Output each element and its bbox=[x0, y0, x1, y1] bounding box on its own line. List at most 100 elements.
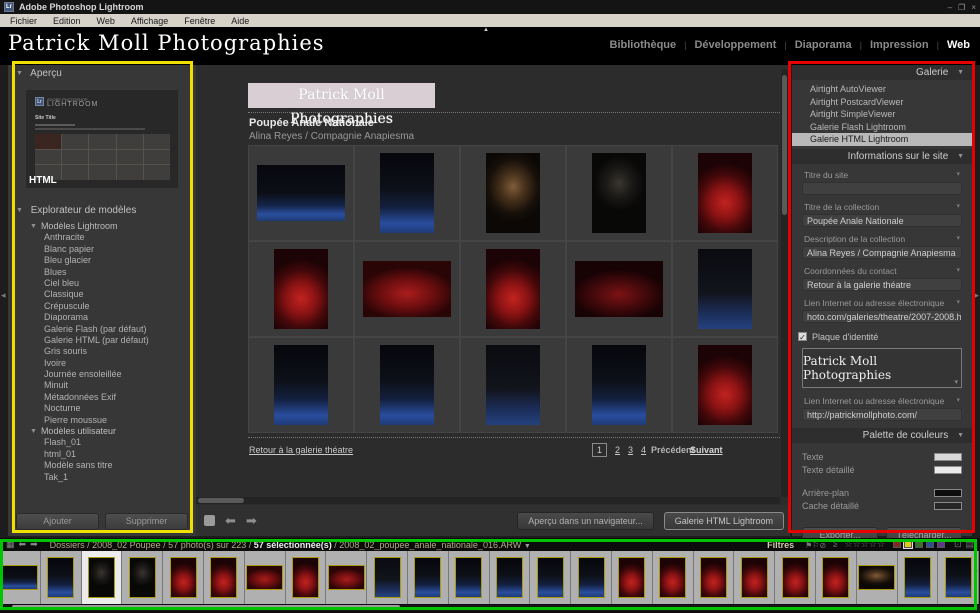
filter-icon[interactable]: ▤ bbox=[965, 539, 974, 549]
star-icon[interactable]: ☆ bbox=[877, 539, 885, 549]
filmstrip-cell[interactable] bbox=[204, 551, 245, 604]
field-input[interactable] bbox=[802, 182, 962, 195]
scrollbar-thumb[interactable] bbox=[12, 605, 400, 610]
gallery-cell[interactable] bbox=[672, 337, 778, 433]
filmstrip-cell[interactable] bbox=[245, 551, 286, 604]
module-tab[interactable]: Web bbox=[947, 39, 970, 51]
color-chip[interactable] bbox=[926, 540, 934, 548]
filmstrip-right-arrow-icon[interactable]: ▸ bbox=[975, 566, 979, 575]
gallery-option[interactable]: Airtight PostcardViewer bbox=[792, 96, 972, 109]
field-input[interactable]: Poupée Anale Nationale bbox=[802, 214, 962, 227]
right-panel-collapse-icon[interactable]: ▸ bbox=[974, 290, 979, 301]
filmstrip-cell[interactable] bbox=[82, 551, 123, 604]
breadcrumb[interactable]: Dossiers / 2008_02 Poupee / 57 photo(s) … bbox=[50, 540, 531, 550]
back-to-gallery-link[interactable]: Retour à la galerie théatre bbox=[249, 445, 353, 455]
template-item[interactable]: Classique bbox=[8, 289, 196, 300]
filmstrip-cell[interactable] bbox=[0, 551, 41, 604]
menu-item[interactable]: Fenêtre bbox=[184, 16, 215, 26]
scrollbar-thumb[interactable] bbox=[782, 75, 787, 215]
top-panel-toggle-icon[interactable]: ▲ bbox=[483, 27, 489, 33]
filmstrip-cell[interactable] bbox=[816, 551, 857, 604]
greater-equal-icon[interactable]: ≥ bbox=[833, 540, 837, 549]
gallery-cell[interactable] bbox=[672, 145, 778, 241]
filmstrip-cell[interactable] bbox=[41, 551, 82, 604]
pagination-page[interactable]: 2 bbox=[615, 445, 620, 455]
gallery-option[interactable]: Galerie Flash Lightroom bbox=[792, 121, 972, 134]
menu-item[interactable]: Edition bbox=[53, 16, 81, 26]
filmstrip-cell[interactable] bbox=[408, 551, 449, 604]
filmstrip-cell[interactable] bbox=[286, 551, 327, 604]
remove-template-button[interactable]: Supprimer bbox=[105, 513, 188, 530]
menu-item[interactable]: Web bbox=[97, 16, 115, 26]
chevron-down-icon[interactable]: ▼ bbox=[524, 543, 531, 550]
flag-icon[interactable]: ⊘ bbox=[819, 541, 826, 550]
menu-item[interactable]: Fichier bbox=[10, 16, 37, 26]
menu-item[interactable]: Aide bbox=[231, 16, 249, 26]
filmstrip-cell[interactable] bbox=[530, 551, 571, 604]
gallery-cell[interactable] bbox=[354, 145, 460, 241]
gallery-cell[interactable] bbox=[354, 337, 460, 433]
chevron-down-icon[interactable]: ▾ bbox=[956, 298, 960, 308]
gallery-cell[interactable] bbox=[460, 337, 566, 433]
filmstrip-scrollbar[interactable] bbox=[0, 605, 980, 611]
template-item[interactable]: ▼Modèles utilisateur bbox=[8, 426, 196, 437]
next-arrow-icon[interactable]: ➡ bbox=[246, 513, 257, 529]
chevron-down-icon[interactable]: ▾ bbox=[954, 378, 958, 386]
filmstrip-cell[interactable] bbox=[898, 551, 939, 604]
menu-item[interactable]: Affichage bbox=[131, 16, 168, 26]
gallery-cell[interactable] bbox=[248, 241, 354, 337]
module-tab[interactable]: Développement bbox=[694, 39, 776, 51]
filmstrip-cell[interactable] bbox=[122, 551, 163, 604]
template-item[interactable]: html_01 bbox=[8, 449, 196, 460]
color-chip[interactable] bbox=[915, 540, 923, 548]
filmstrip-cell[interactable] bbox=[938, 551, 979, 604]
template-item[interactable]: Métadonnées Exif bbox=[8, 392, 196, 403]
chevron-down-icon[interactable]: ▾ bbox=[956, 202, 960, 212]
template-item[interactable]: Pierre moussue bbox=[8, 415, 196, 426]
color-swatch[interactable] bbox=[934, 466, 962, 474]
module-tab[interactable]: Impression bbox=[870, 39, 929, 51]
template-item[interactable]: Gris souris bbox=[8, 346, 196, 357]
template-item[interactable]: Bleu glacier bbox=[8, 255, 196, 266]
stop-icon[interactable] bbox=[204, 515, 215, 526]
color-swatch[interactable] bbox=[934, 502, 962, 510]
filmstrip-cell[interactable] bbox=[163, 551, 204, 604]
module-tab[interactable]: Bibliothèque bbox=[610, 39, 677, 51]
color-chip[interactable] bbox=[937, 540, 945, 548]
filmstrip-cell[interactable] bbox=[694, 551, 735, 604]
template-item[interactable]: Ciel bleu bbox=[8, 278, 196, 289]
star-icon[interactable]: ☆ bbox=[869, 539, 877, 549]
gallery-cell[interactable] bbox=[248, 337, 354, 433]
template-item[interactable]: Blanc papier bbox=[8, 244, 196, 255]
color-swatch[interactable] bbox=[934, 453, 962, 461]
gallery-cell[interactable] bbox=[460, 241, 566, 337]
template-item[interactable]: Galerie Flash (par défaut) bbox=[8, 324, 196, 335]
chevron-down-icon[interactable]: ▾ bbox=[956, 234, 960, 244]
preview-panel-header[interactable]: ▼ Aperçu bbox=[8, 65, 196, 82]
identity-plate-preview[interactable]: Patrick Moll Photographies ▾ bbox=[802, 348, 962, 388]
template-browser-header[interactable]: ▼ Explorateur de modèles bbox=[8, 202, 196, 219]
filmstrip-cell[interactable] bbox=[449, 551, 490, 604]
pagination-page[interactable]: 4 bbox=[641, 445, 646, 455]
filmstrip-cell[interactable] bbox=[612, 551, 653, 604]
web-link-input[interactable]: http://patrickmollphoto.com/ bbox=[802, 408, 962, 421]
gallery-option[interactable]: Airtight SimpleViewer bbox=[792, 108, 972, 121]
filmstrip-cell[interactable] bbox=[653, 551, 694, 604]
template-item[interactable]: Crépuscule bbox=[8, 301, 196, 312]
template-item[interactable]: Galerie HTML (par défaut) bbox=[8, 335, 196, 346]
template-item[interactable]: Flash_01 bbox=[8, 437, 196, 448]
filmstrip-cell[interactable] bbox=[326, 551, 367, 604]
gallery-option[interactable]: Galerie HTML Lightroom bbox=[792, 133, 972, 146]
pagination-page[interactable]: 3 bbox=[628, 445, 633, 455]
horizontal-scrollbar[interactable] bbox=[196, 497, 780, 504]
vertical-scrollbar[interactable] bbox=[781, 69, 788, 497]
previous-arrow-icon[interactable]: ⬅ bbox=[225, 513, 236, 529]
left-panel-collapse-icon[interactable]: ◂ bbox=[1, 290, 6, 301]
next-page-link[interactable]: Suivant bbox=[690, 445, 723, 455]
gallery-type-button[interactable]: Galerie HTML Lightroom bbox=[664, 512, 784, 530]
filter-icon[interactable]: ⊡ bbox=[954, 539, 962, 549]
back-arrow-icon[interactable]: ⬅ bbox=[19, 539, 27, 550]
star-icon[interactable]: ☆ bbox=[853, 539, 861, 549]
chevron-down-icon[interactable]: ▾ bbox=[956, 170, 960, 180]
template-item[interactable]: Diaporama bbox=[8, 312, 196, 323]
